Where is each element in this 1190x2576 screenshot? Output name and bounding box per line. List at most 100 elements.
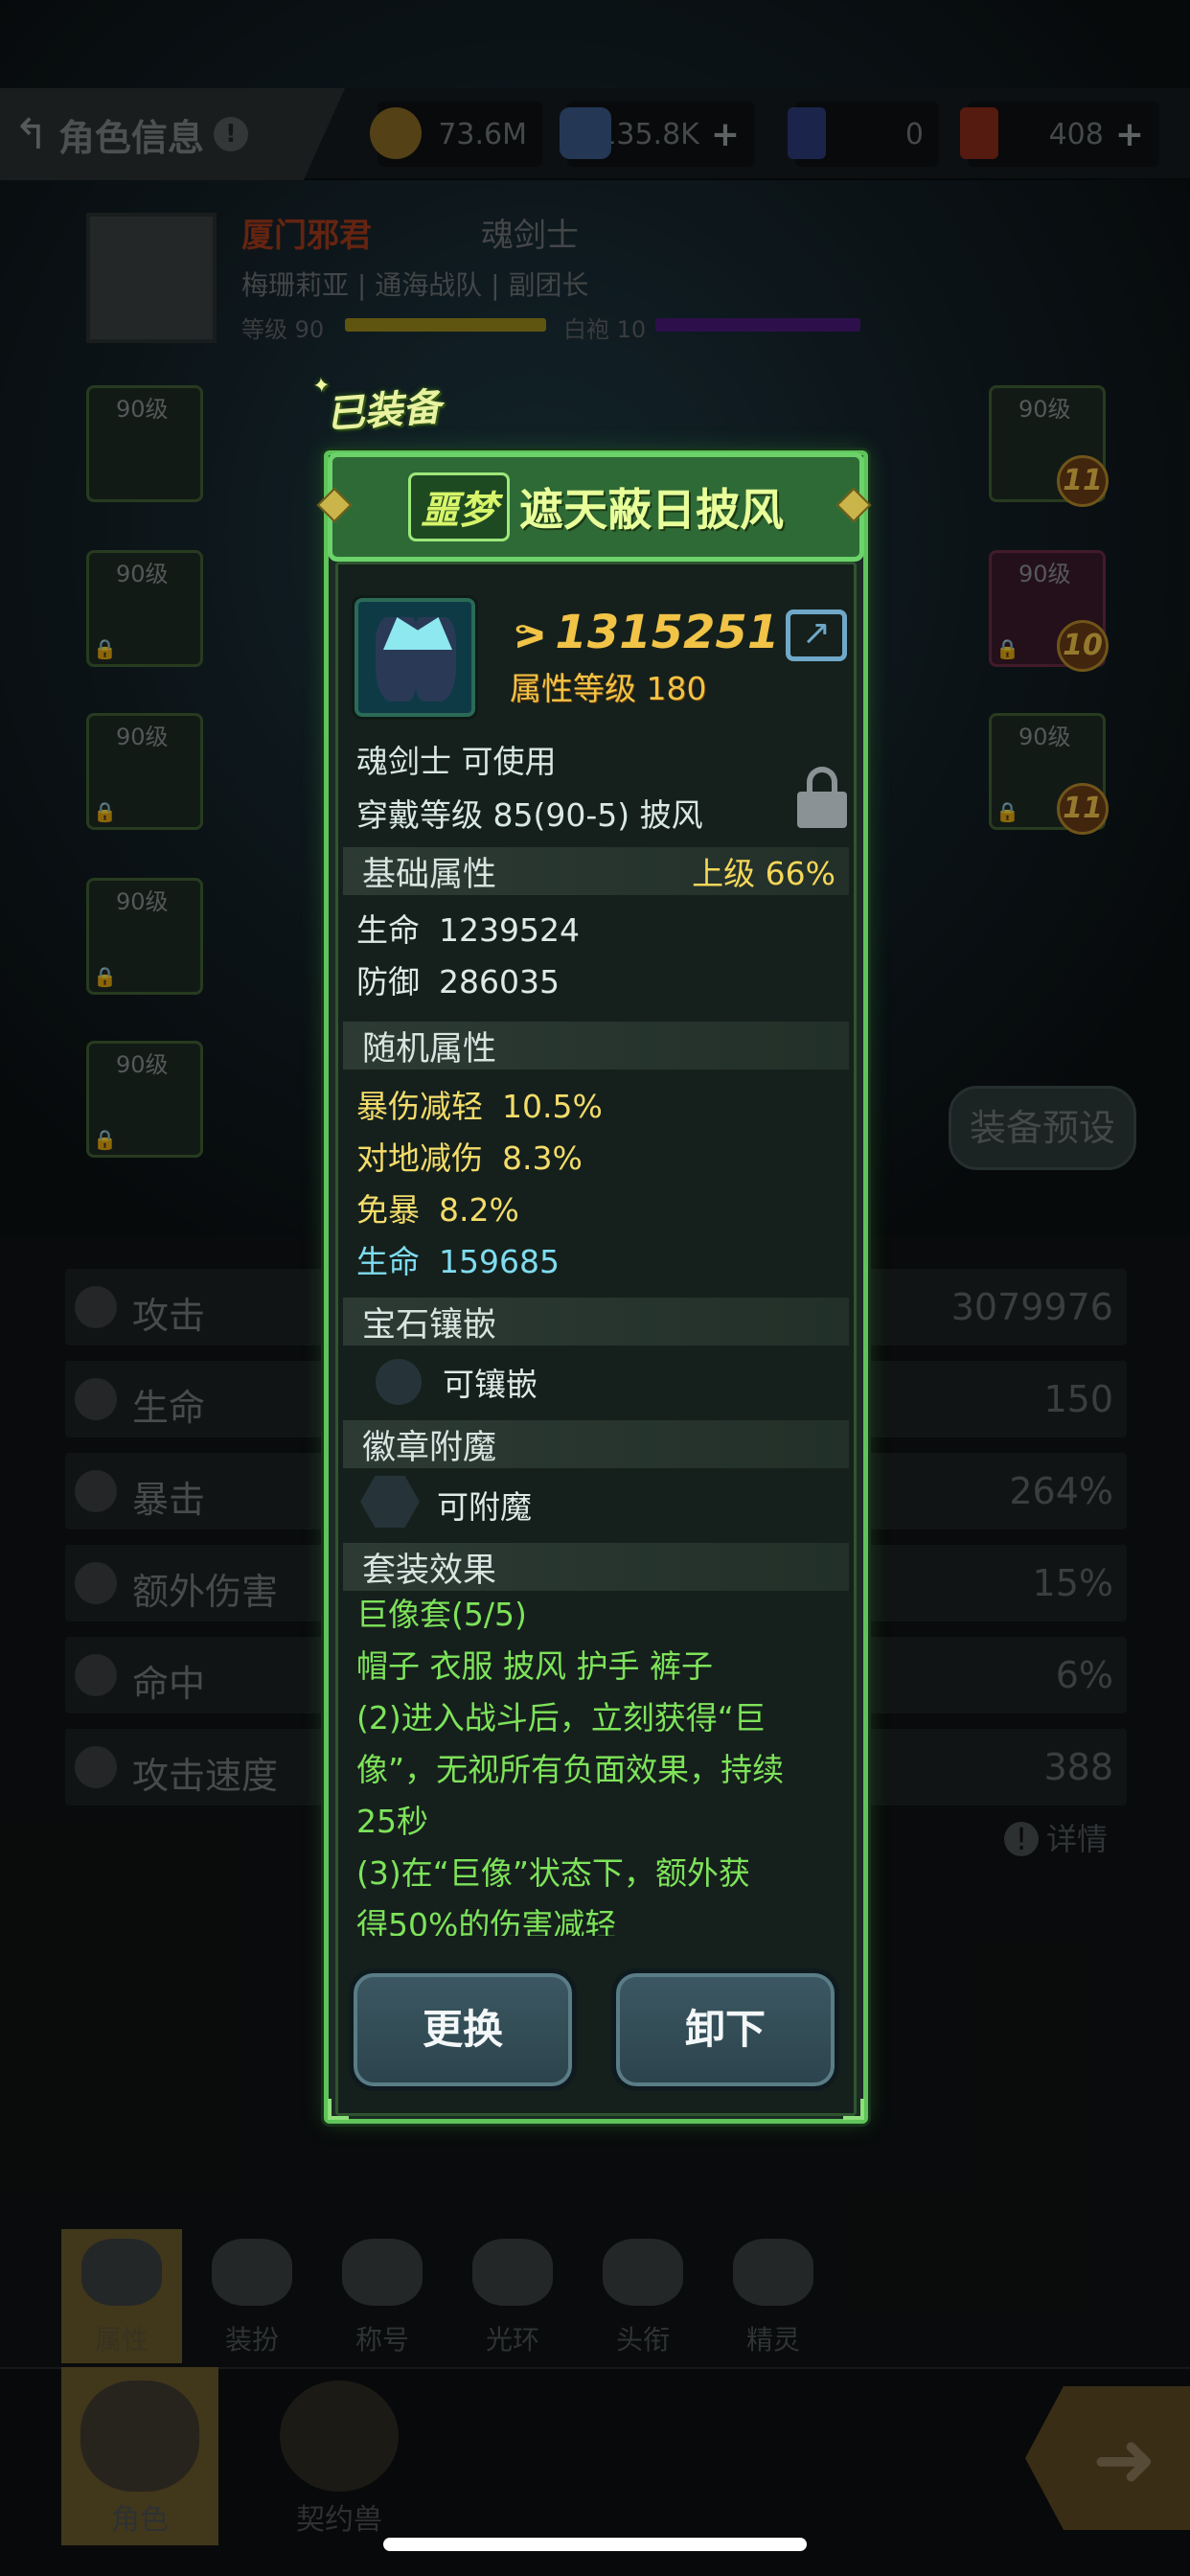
slot-level: 90级: [116, 1051, 169, 1078]
corner-ornament: [328, 2099, 349, 2120]
equipment-preset-button[interactable]: 装备预设: [949, 1086, 1136, 1170]
share-icon[interactable]: ↗: [786, 610, 847, 661]
help-icon[interactable]: !: [213, 117, 248, 151]
player-class: 魂剑士: [481, 217, 579, 255]
crystal-value: 135.8K: [598, 117, 699, 151]
arrow-right-icon: ➜: [1092, 2415, 1157, 2504]
add-red-card-button[interactable]: +: [1115, 115, 1144, 154]
random-attr-4: 生命 159685: [356, 1236, 560, 1282]
replace-button[interactable]: 更换: [349, 1968, 577, 2091]
cape-item-icon: [352, 595, 478, 720]
stat-label: 暴击: [132, 1479, 206, 1521]
tab-label: 精灵: [745, 2324, 800, 2356]
robe-label: 白袍 10: [563, 316, 647, 343]
enhance-badge: 10: [1057, 620, 1109, 672]
set-line: (3)在“巨像”状态下，额外获: [356, 1854, 750, 1892]
equipped-label: 已装备: [324, 376, 443, 439]
red-card-value: 408: [1048, 117, 1104, 151]
equip-slot-left-4[interactable]: 90级 🔒: [86, 878, 203, 995]
attr-value: 159685: [439, 1243, 560, 1280]
card-resource: 0: [788, 102, 939, 167]
profile-info: 厦门邪君 魂剑士 梅珊莉亚 | 通海战队 | 副团长 等级 90 白袍 10: [241, 209, 912, 343]
section-gem: 宝石镶嵌: [343, 1298, 849, 1346]
gold-resource: 73.6M: [370, 102, 542, 167]
tab-label: 称号: [355, 2324, 409, 2356]
equip-slot-left-1[interactable]: 90级: [86, 385, 203, 502]
lock-icon[interactable]: [797, 767, 847, 828]
gold-coin-icon: [370, 107, 422, 159]
equip-slot-left-3[interactable]: 90级 🔒: [86, 713, 203, 830]
avatar[interactable]: [86, 213, 217, 343]
add-crystal-button[interactable]: +: [711, 115, 740, 154]
equip-slot-right-3[interactable]: 90级 🔒 11: [989, 713, 1109, 835]
enhance-badge: 11: [1057, 783, 1109, 835]
emblem-icon: [603, 2239, 683, 2306]
player-name: 厦门邪君: [241, 217, 372, 255]
unequip-button[interactable]: 卸下: [611, 1968, 839, 2091]
power-value: ᕗ 1315251: [514, 606, 779, 659]
section-set: 套装效果: [343, 1543, 849, 1591]
tab-outfit[interactable]: 装扮: [192, 2229, 312, 2363]
lock-icon: 🔒: [995, 637, 1019, 660]
crystal-icon: [560, 107, 611, 159]
section-title: 宝石镶嵌: [362, 1305, 497, 1345]
badge-socket-label: 可附魔: [437, 1488, 532, 1526]
halo-icon: [472, 2239, 553, 2306]
attr-key: 暴伤减轻: [356, 1088, 483, 1125]
tab-aura[interactable]: 光环: [452, 2229, 573, 2363]
equip-slot-left-2[interactable]: 90级 🔒: [86, 550, 203, 667]
attr-key: 免暴: [356, 1191, 420, 1229]
target-icon: [75, 1654, 117, 1696]
details-link[interactable]: ! 详情: [1004, 1815, 1108, 1859]
base-attr-def: 防御 286035: [356, 956, 560, 1002]
lock-icon: 🔒: [93, 965, 117, 988]
tab-rank[interactable]: 头衔: [583, 2229, 703, 2363]
section-title: 徽章附魔: [362, 1428, 497, 1467]
usable-class: 魂剑士 可使用: [356, 743, 557, 780]
tab-label: 属性: [94, 2324, 149, 2356]
equip-slot-right-2[interactable]: 90级 🔒 10: [989, 550, 1109, 672]
heart-icon: [75, 1378, 117, 1420]
main-tab-pet[interactable]: 契约兽: [261, 2367, 418, 2545]
slot-level: 90级: [1018, 561, 1071, 587]
slot-level: 90级: [1018, 396, 1071, 423]
lock-icon: 🔒: [995, 800, 1019, 823]
page-title: 角色信息: [57, 116, 204, 159]
equip-slot-left-5[interactable]: 90级 🔒: [86, 1041, 203, 1158]
set-effect-scroll[interactable]: 巨像套(5/5) 帽子 衣服 披风 护手 裤子 (2)进入战斗后，立刻获得“巨 …: [345, 1589, 853, 1936]
slot-level: 90级: [116, 396, 169, 423]
set-line: (2)进入战斗后，立刻获得“巨: [356, 1699, 766, 1736]
level-label: 等级 90: [241, 316, 325, 343]
tab-label: 装扮: [224, 2324, 279, 2356]
home-indicator[interactable]: [383, 2538, 807, 2551]
tab-attributes[interactable]: 属性: [61, 2229, 182, 2363]
equip-slot-right-1[interactable]: 90级 11: [989, 385, 1109, 507]
set-line: 25秒: [356, 1803, 428, 1840]
stat-label: 命中: [132, 1663, 206, 1705]
top-bar: ↰ 角色信息 ! 73.6M 135.8K + 0 408 +: [0, 88, 1190, 180]
power-icon: ᕗ: [514, 617, 546, 656]
attribute-level: 属性等级 180: [510, 670, 707, 707]
back-arrow-icon[interactable]: ↰: [13, 110, 49, 159]
attr-value: 10.5%: [502, 1088, 603, 1125]
tab-title[interactable]: 称号: [322, 2229, 443, 2363]
paw-icon: [280, 2380, 399, 2492]
main-tab-character[interactable]: 角色: [61, 2367, 218, 2545]
attr-value: 1239524: [439, 911, 580, 949]
title-area[interactable]: ↰ 角色信息 !: [0, 88, 345, 180]
extra-damage-icon: [75, 1562, 117, 1604]
tab-spirit[interactable]: 精灵: [713, 2229, 834, 2363]
random-attr-1: 暴伤减轻 10.5%: [356, 1081, 603, 1127]
base-grade: 上级 66%: [692, 855, 835, 892]
tab-label: 契约兽: [296, 2503, 382, 2537]
enhance-badge: 11: [1057, 455, 1109, 507]
random-attr-2: 对地减伤 8.3%: [356, 1133, 583, 1179]
item-name: 遮天蔽日披风: [519, 484, 784, 536]
slot-level: 90级: [1018, 724, 1071, 750]
stat-value: 3079976: [950, 1286, 1113, 1328]
gem-socket-label: 可镶嵌: [443, 1366, 538, 1403]
guild-line: 梅珊莉亚 | 通海战队 | 副团长: [241, 269, 589, 301]
gem-socket-icon[interactable]: [376, 1359, 422, 1405]
hanger-icon: [212, 2239, 292, 2306]
item-name-banner: 噩梦 遮天蔽日披风: [328, 452, 864, 562]
